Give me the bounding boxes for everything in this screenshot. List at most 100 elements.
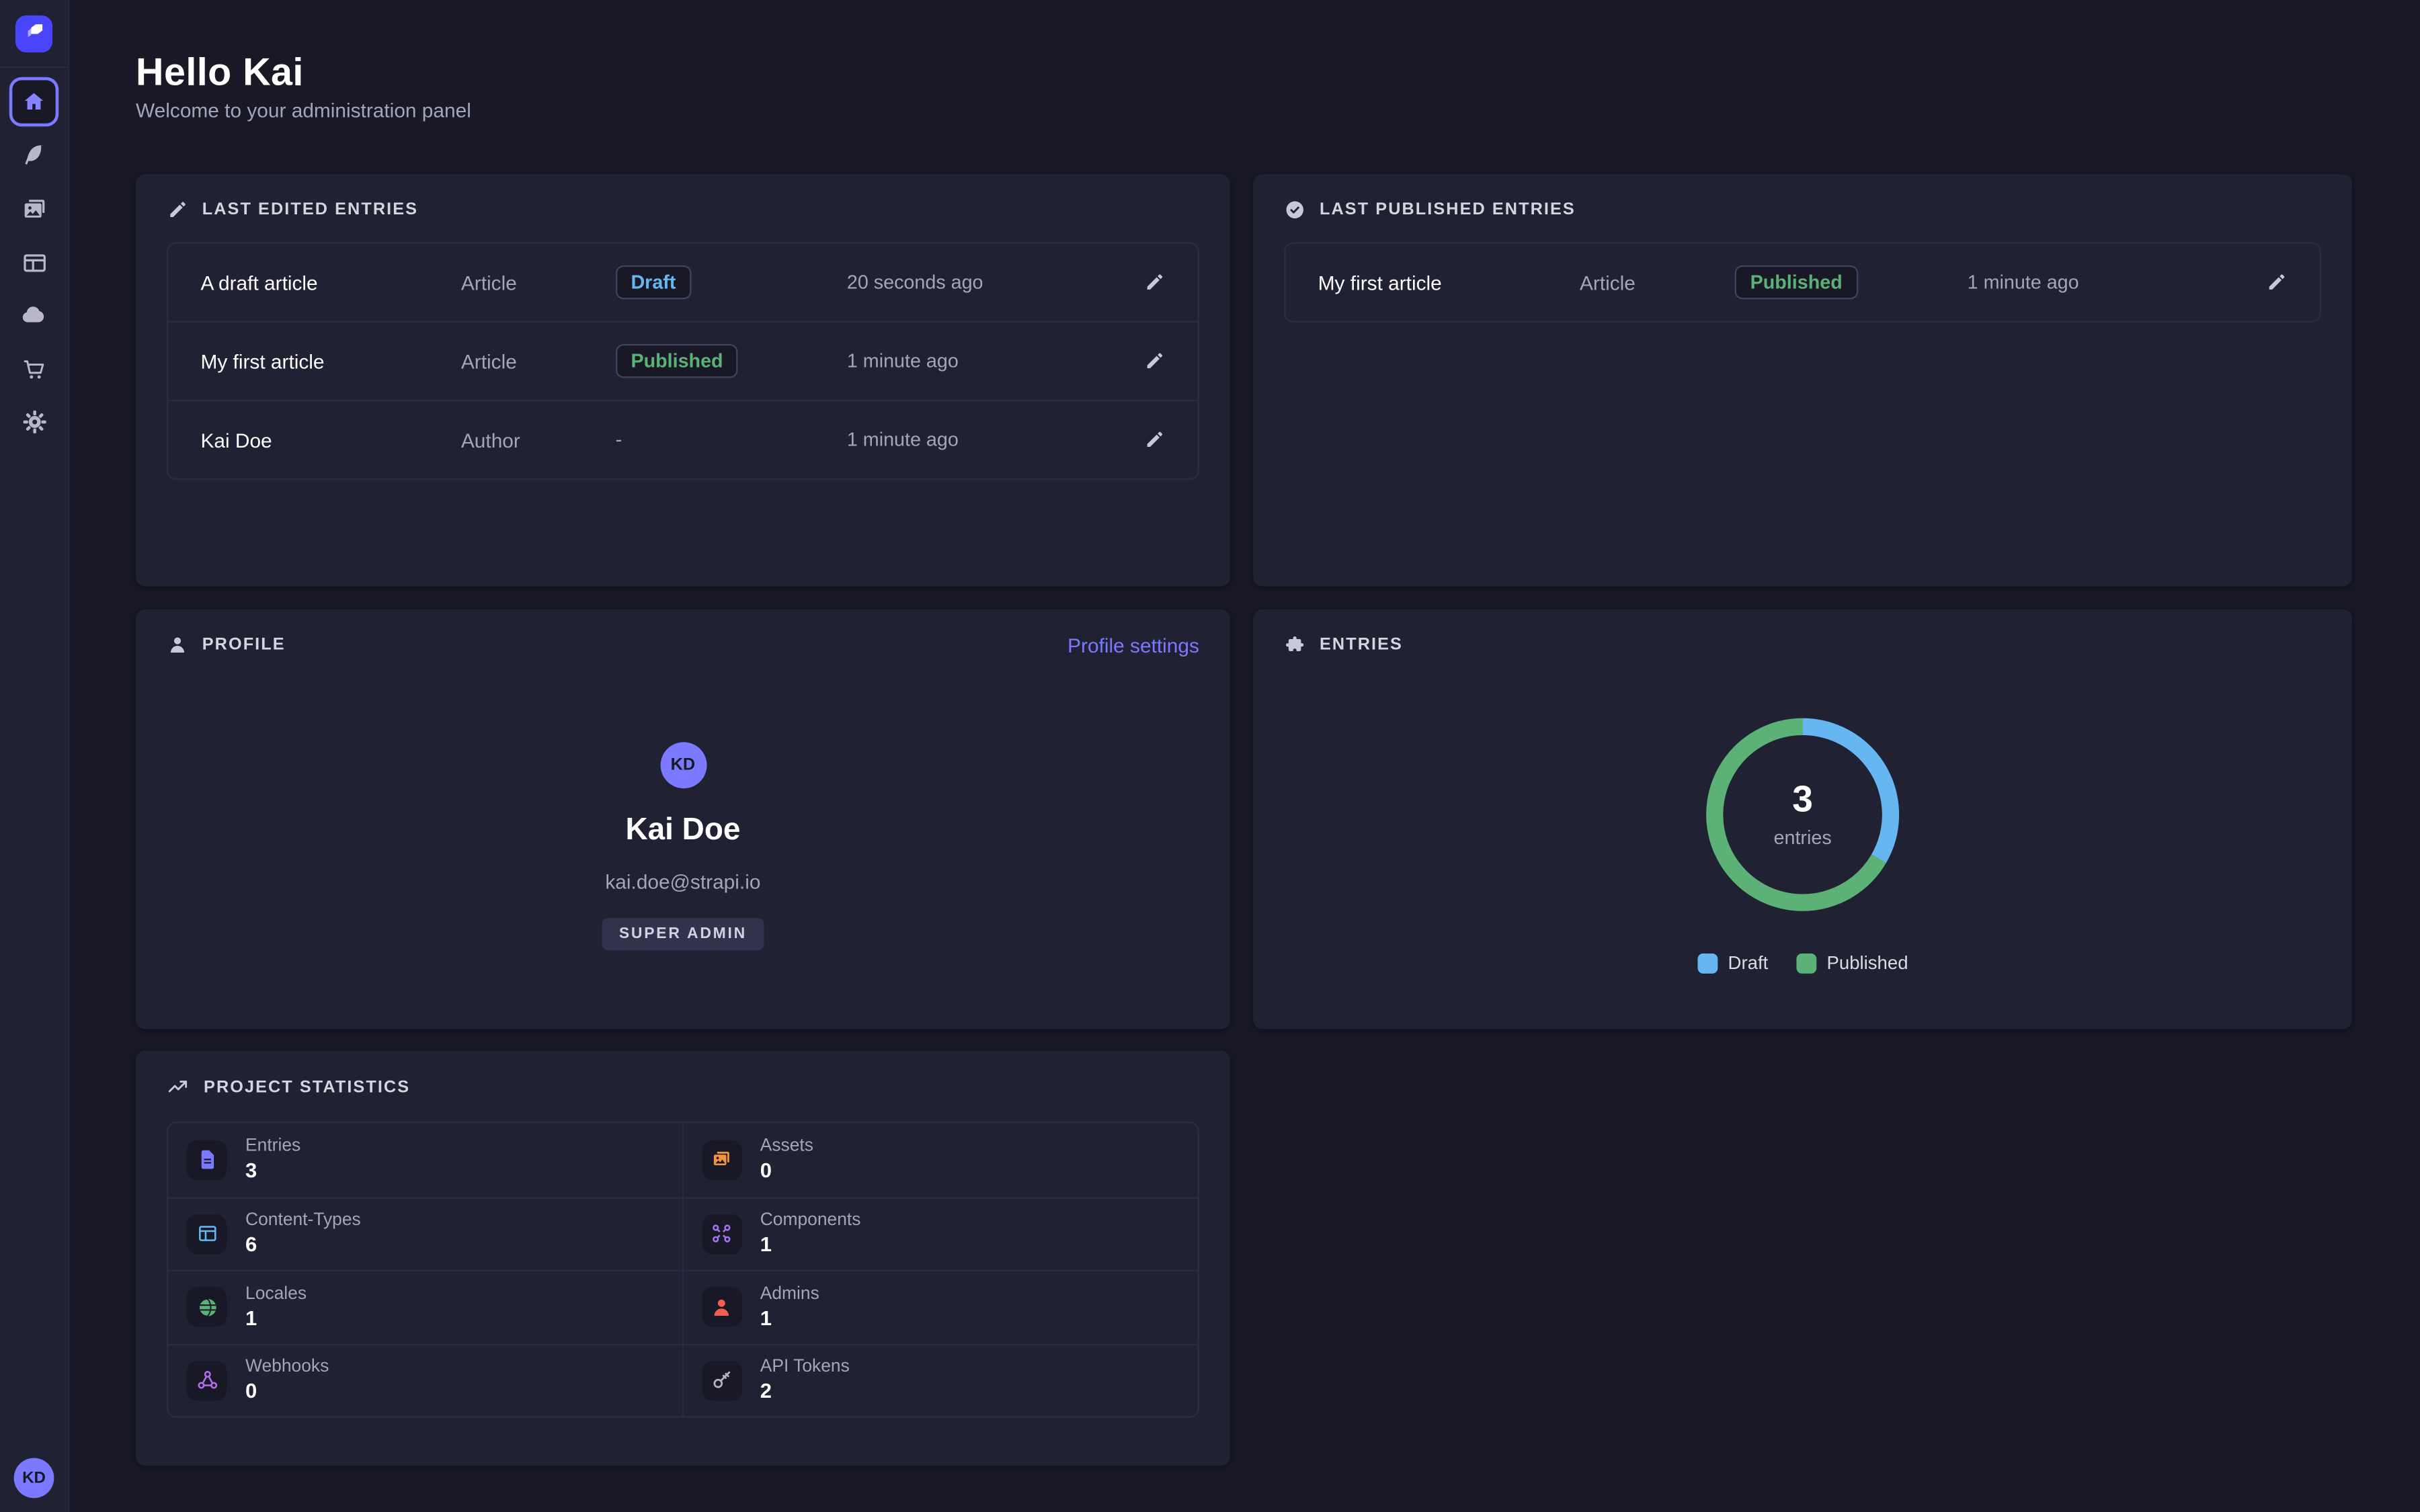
cloud-icon	[20, 301, 48, 329]
table-row[interactable]: Kai Doe Author - 1 minute ago	[168, 400, 1197, 478]
stat-webhooks: Webhooks 0	[168, 1343, 683, 1417]
status-badge: Draft	[615, 265, 691, 300]
strapi-logo[interactable]	[15, 15, 52, 52]
admins-user-icon	[701, 1287, 741, 1327]
profile-settings-link[interactable]: Profile settings	[1067, 634, 1199, 657]
page-subtitle: Welcome to your administration panel	[136, 99, 471, 122]
entry-time: 1 minute ago	[847, 429, 1125, 450]
feather-icon	[21, 141, 47, 167]
stats-table: Entries 3 Assets 0 Content-Types 6 Componen…	[167, 1122, 1199, 1418]
gear-icon	[21, 408, 47, 434]
entries-count: 3	[1792, 782, 1813, 818]
sidebar-item-marketplace[interactable]	[9, 344, 58, 393]
edit-entry-button[interactable]	[1125, 271, 1166, 293]
sidebar-item-content-manager[interactable]	[9, 130, 58, 179]
legend-item-published: Published	[1796, 952, 1908, 974]
profile-title-label: PROFILE	[202, 636, 286, 655]
stat-content-types: Content-Types 6	[168, 1196, 683, 1269]
puzzle-icon	[1284, 634, 1305, 656]
entry-name: My first article	[1318, 271, 1580, 294]
entry-name: A draft article	[200, 271, 460, 294]
stat-admins: Admins 1	[683, 1270, 1198, 1343]
last-published-title: LAST PUBLISHED ENTRIES	[1284, 199, 1576, 220]
table-row[interactable]: My first article Article Published 1 min…	[168, 321, 1197, 400]
entry-name: Kai Doe	[200, 428, 460, 451]
webhooks-icon	[187, 1360, 227, 1400]
profile-body: KD Kai Doe kai.doe@strapi.io SUPER ADMIN	[136, 742, 1230, 950]
last-edited-entries-card: LAST EDITED ENTRIES A draft article Arti…	[136, 174, 1230, 586]
stat-value: 0	[245, 1380, 329, 1402]
entries-count-label: entries	[1774, 826, 1832, 847]
components-icon	[701, 1214, 741, 1254]
stat-value: 1	[760, 1306, 819, 1329]
edit-entry-button[interactable]	[2247, 271, 2288, 293]
last-published-entries-card: LAST PUBLISHED ENTRIES My first article …	[1253, 174, 2352, 586]
sidebar-item-home[interactable]	[9, 77, 58, 126]
stat-assets: Assets 0	[683, 1123, 1198, 1196]
sidebar-divider	[0, 67, 68, 68]
legend-item-draft: Draft	[1697, 952, 1769, 974]
entry-name: My first article	[200, 349, 460, 372]
role-badge: SUPER ADMIN	[602, 918, 764, 950]
entry-type: Author	[461, 428, 616, 451]
person-icon	[167, 634, 188, 656]
published-swatch-icon	[1796, 953, 1816, 973]
status-empty: -	[615, 427, 622, 450]
stat-label: Locales	[245, 1285, 307, 1304]
entries-donut-chart: 3 entries	[1695, 707, 1910, 923]
page-title: Hello Kai	[136, 51, 304, 96]
sidebar: KD	[0, 0, 69, 1512]
stat-label: Assets	[760, 1138, 813, 1157]
sidebar-item-media-library[interactable]	[9, 183, 58, 233]
cart-icon	[21, 355, 47, 382]
assets-images-icon	[701, 1140, 741, 1180]
stat-label: Entries	[245, 1138, 300, 1157]
stat-label: Content-Types	[245, 1212, 361, 1230]
locales-globe-icon	[187, 1287, 227, 1327]
table-row[interactable]: My first article Article Published 1 min…	[1285, 244, 2319, 321]
entry-type: Article	[1580, 271, 1735, 294]
entry-time: 1 minute ago	[847, 350, 1125, 372]
trending-up-icon	[167, 1075, 190, 1098]
donut-center: 3 entries	[1695, 707, 1910, 923]
stat-label: Admins	[760, 1285, 819, 1304]
last-edited-title-label: LAST EDITED ENTRIES	[202, 200, 418, 219]
stat-label: API Tokens	[760, 1358, 850, 1377]
stat-value: 3	[245, 1159, 300, 1182]
stat-value: 0	[760, 1159, 813, 1182]
status-badge: Published	[1735, 265, 1858, 300]
stat-value: 2	[760, 1380, 850, 1402]
stat-value: 6	[245, 1233, 361, 1256]
last-published-table: My first article Article Published 1 min…	[1284, 242, 2321, 322]
entry-type: Article	[461, 349, 616, 372]
sidebar-item-settings[interactable]	[9, 396, 58, 446]
layout-icon	[21, 249, 47, 276]
profile-title: PROFILE	[167, 634, 286, 656]
project-statistics-title-label: PROJECT STATISTICS	[204, 1078, 410, 1097]
last-published-title-label: LAST PUBLISHED ENTRIES	[1320, 200, 1576, 219]
entry-time: 1 minute ago	[1968, 271, 2247, 293]
last-edited-title: LAST EDITED ENTRIES	[167, 199, 418, 220]
project-statistics-title: PROJECT STATISTICS	[167, 1075, 410, 1098]
sidebar-user-avatar[interactable]: KD	[14, 1458, 54, 1499]
stat-value: 1	[245, 1306, 307, 1329]
profile-email: kai.doe@strapi.io	[605, 870, 760, 893]
edit-entry-button[interactable]	[1125, 429, 1166, 450]
entries-doc-icon	[187, 1140, 227, 1180]
entry-time: 20 seconds ago	[847, 271, 1125, 293]
stat-components: Components1	[683, 1196, 1198, 1269]
edit-entry-button[interactable]	[1125, 350, 1166, 372]
sidebar-item-content-type-builder[interactable]	[9, 238, 58, 287]
stat-api-tokens: API Tokens 2	[683, 1343, 1198, 1417]
last-edited-table: A draft article Article Draft 20 seconds…	[167, 242, 1199, 480]
profile-name: Kai Doe	[625, 813, 740, 849]
entries-card: ENTRIES 3 entries Draft Published	[1253, 610, 2352, 1029]
sidebar-item-deploy[interactable]	[9, 290, 58, 339]
legend-label: Draft	[1728, 952, 1769, 974]
entries-title: ENTRIES	[1284, 634, 1403, 656]
legend-label: Published	[1827, 952, 1908, 974]
entries-title-label: ENTRIES	[1320, 636, 1403, 655]
api-tokens-key-icon	[701, 1360, 741, 1400]
stat-label: Webhooks	[245, 1358, 329, 1377]
table-row[interactable]: A draft article Article Draft 20 seconds…	[168, 244, 1197, 321]
